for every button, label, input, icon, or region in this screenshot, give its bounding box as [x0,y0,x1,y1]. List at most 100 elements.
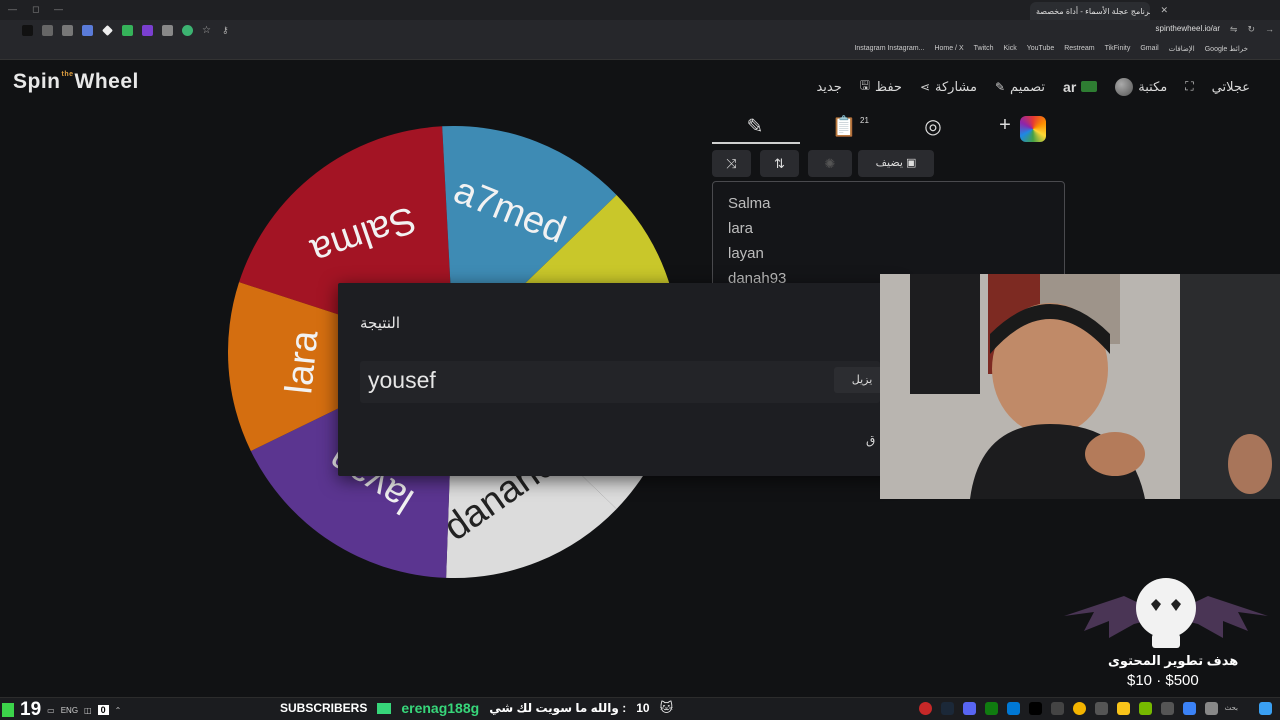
bookmark[interactable]: Home / X [934,45,963,53]
extension-icon[interactable] [182,25,193,36]
extension-icon[interactable] [102,25,113,36]
new-label: جديد [816,78,842,94]
subscribers-label: SUBSCRIBERS [280,701,368,715]
bookmark[interactable]: TikFinity [1105,45,1131,53]
app-icon[interactable] [1007,702,1020,715]
nav-buttons: ⇋ ↻ → [1230,24,1274,35]
add-wheel-button[interactable]: + [990,114,1020,140]
app-icon[interactable] [1051,702,1064,715]
browser-tab[interactable]: برنامج عجلة الأسماء - أداة مخصصة [1030,2,1150,20]
tab-edit[interactable]: ✎ [740,114,770,140]
bookmark[interactable]: Kick [1003,45,1016,53]
sort-button[interactable]: ⇅ [760,150,799,177]
nvidia-icon[interactable] [1139,702,1152,715]
logo-wheel: Wheel [74,70,139,93]
app-icon[interactable] [1095,702,1108,715]
tab-hide[interactable]: ◎ [918,114,948,140]
extension-icon[interactable] [142,25,153,36]
library-label: مكتبة [1138,78,1168,94]
star-icon[interactable]: ☆ [202,25,213,36]
follower-name: erenag188g [401,700,480,716]
bookmark[interactable]: Google خرائط [1205,45,1248,53]
pencil-icon: ✎ [994,79,1006,94]
bookmark[interactable]: YouTube [1027,45,1055,53]
share-button[interactable]: ⋖ مشاركة [920,79,977,95]
tab-close-icon[interactable]: ✕ [1160,5,1168,16]
folder-icon[interactable] [1117,702,1130,715]
monitor-icon: ▭ [47,705,55,715]
windows-start-icon[interactable] [1259,702,1272,715]
design-label: تصميم [1010,78,1046,94]
shuffle-button[interactable]: ⤨ [712,150,751,177]
app-icon[interactable] [1183,702,1196,715]
extension-icon[interactable] [82,25,93,36]
dialog-title: النتيجة [360,315,401,332]
steam-icon[interactable] [941,702,954,715]
library-button[interactable]: مكتبة [1115,77,1168,96]
close-button[interactable]: ق [866,433,875,447]
chevron-up-icon[interactable]: ⌃ [115,706,122,715]
site-logo[interactable]: SpintheWheel [13,70,139,94]
browser-toolbar: ☆ ⚷ spinthewheel.io/ar ⇋ ↻ → [0,20,1280,42]
extension-icon[interactable] [22,25,33,36]
app-icon[interactable] [1161,702,1174,715]
shuffle-icon: ⤨ [726,156,737,171]
bookmark[interactable]: Instagram Instagram... [854,45,924,53]
tune-icon[interactable]: ⇋ [1230,24,1238,35]
my-wheels-button[interactable]: عجلاتي [1212,79,1250,95]
bookmark[interactable]: Restream [1064,45,1094,53]
window-minimize-icon[interactable]: — [8,4,17,14]
wheel-segment-label: lara [278,328,326,396]
new-button[interactable]: جديد [816,79,841,95]
forward-icon[interactable]: → [1265,24,1274,35]
goal-amount: $10 · $500 [1127,672,1199,689]
goal-title: هدف تطوير المحتوى [1108,653,1239,668]
tab-results[interactable]: 📋 [829,114,859,140]
webcam-image [880,274,1280,499]
discord-icon[interactable] [963,702,976,715]
follower-icon [377,702,392,714]
extension-icon[interactable] [62,25,73,36]
key-icon[interactable]: ⚷ [222,25,233,36]
bookmark[interactable]: Twitch [974,45,994,53]
bookmarks-bar: Instagram Instagram... Home / X Twitch K… [0,42,1280,60]
ai-button[interactable]: ✺ [808,150,852,177]
shield-icon[interactable] [122,25,133,36]
window-restore-icon[interactable]: ◻ [32,4,39,15]
tiktok-icon[interactable] [1029,702,1042,715]
results-count-badge: 21 [860,116,869,125]
reload-icon[interactable]: ↻ [1247,24,1255,35]
my-wheels-label: عجلاتي [1211,78,1250,94]
globe-icon [1115,77,1134,96]
fullscreen-button[interactable]: ⛶ [1185,79,1193,94]
list-item: layan [728,245,764,262]
flag-icon [1081,81,1098,92]
add-image-label: يضيف [875,157,903,169]
color-palette-icon[interactable] [1020,116,1046,142]
address-bar[interactable]: spinthewheel.io/ar [1156,24,1220,33]
share-label: مشاركة [935,78,977,94]
app-icon[interactable] [919,702,932,715]
app-icon[interactable] [1205,702,1218,715]
top-nav: جديد 🖫 حفظ ⋖ مشاركة ✎ تصميم ar مكتبة ⛶ عجلا… [816,76,1250,97]
bookmark[interactable]: Gmail [1140,45,1158,53]
logo-the: the [61,71,74,78]
pencil-icon: ✎ [746,116,764,138]
save-label: حفظ [875,78,902,94]
list-item: Salma [728,195,771,212]
window-close-icon[interactable]: — [54,4,63,14]
language-label: ar [1063,78,1077,95]
bookmark[interactable]: الإضافات [1169,45,1195,53]
taskbar-search[interactable]: بحث [1225,704,1238,712]
chrome-icon[interactable] [1073,702,1086,715]
language-button[interactable]: ar [1063,78,1098,95]
design-button[interactable]: ✎ تصميم [995,79,1045,95]
extension-icon[interactable] [162,25,173,36]
save-button[interactable]: 🖫 حفظ [860,76,902,97]
add-image-button[interactable]: يضيف ▣ [858,150,934,177]
browser-tabbar: — ◻ — + ✕ برنامج عجلة الأسماء - أداة مخص… [0,0,1280,20]
extension-icon[interactable] [42,25,53,36]
cat-icon: 🐱 [659,700,674,715]
xbox-icon[interactable] [985,702,998,715]
save-icon: 🖫 [859,78,870,92]
